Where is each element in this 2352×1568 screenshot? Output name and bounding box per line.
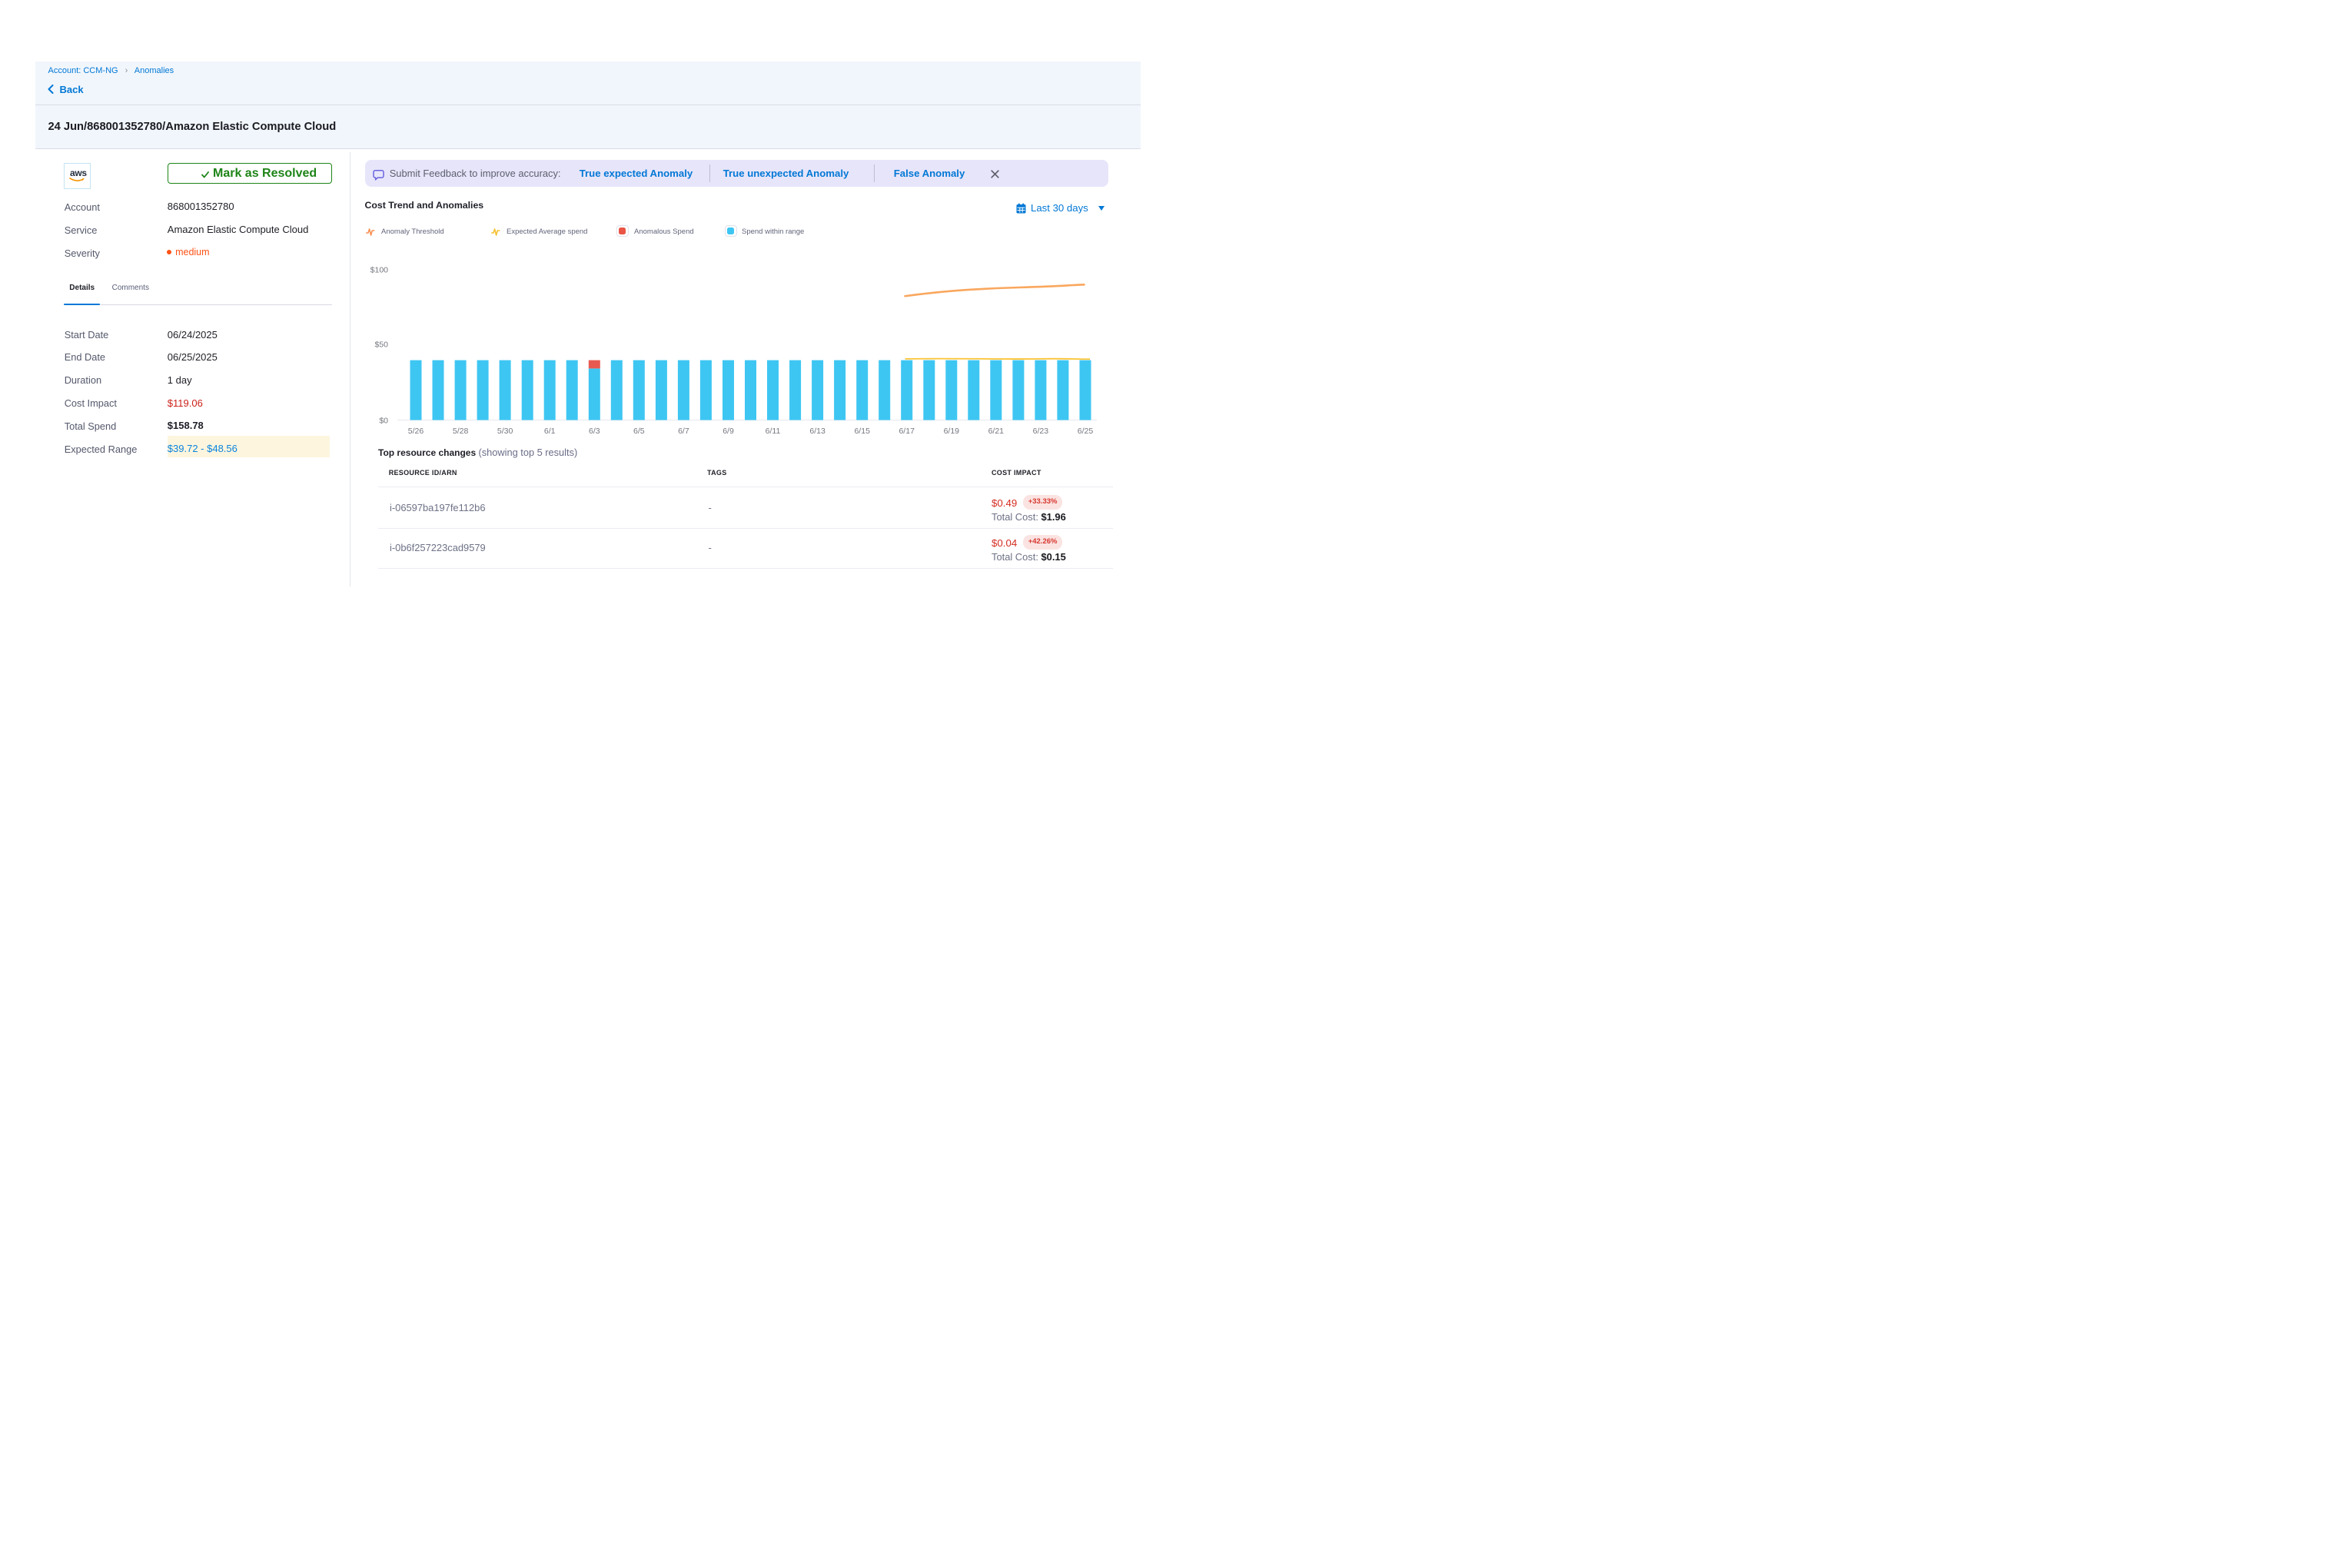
svg-text:6/3: 6/3: [589, 427, 600, 436]
svg-text:6/7: 6/7: [678, 427, 689, 436]
svg-text:6/17: 6/17: [899, 427, 915, 436]
svg-text:5/30: 5/30: [497, 427, 513, 436]
svg-text:6/13: 6/13: [809, 427, 826, 436]
svg-text:6/23: 6/23: [1033, 427, 1049, 436]
svg-text:6/5: 6/5: [633, 427, 645, 436]
svg-text:6/11: 6/11: [766, 427, 781, 436]
svg-text:6/25: 6/25: [1078, 427, 1094, 436]
svg-text:6/19: 6/19: [944, 427, 960, 436]
svg-text:5/28: 5/28: [453, 427, 469, 436]
svg-text:$0: $0: [379, 417, 388, 426]
svg-text:5/26: 5/26: [408, 427, 424, 436]
svg-text:6/15: 6/15: [854, 427, 870, 436]
svg-text:6/1: 6/1: [544, 427, 556, 436]
svg-text:6/9: 6/9: [723, 427, 734, 436]
svg-text:$50: $50: [374, 341, 388, 350]
svg-text:6/21: 6/21: [988, 427, 1005, 436]
svg-text:$100: $100: [370, 266, 389, 275]
